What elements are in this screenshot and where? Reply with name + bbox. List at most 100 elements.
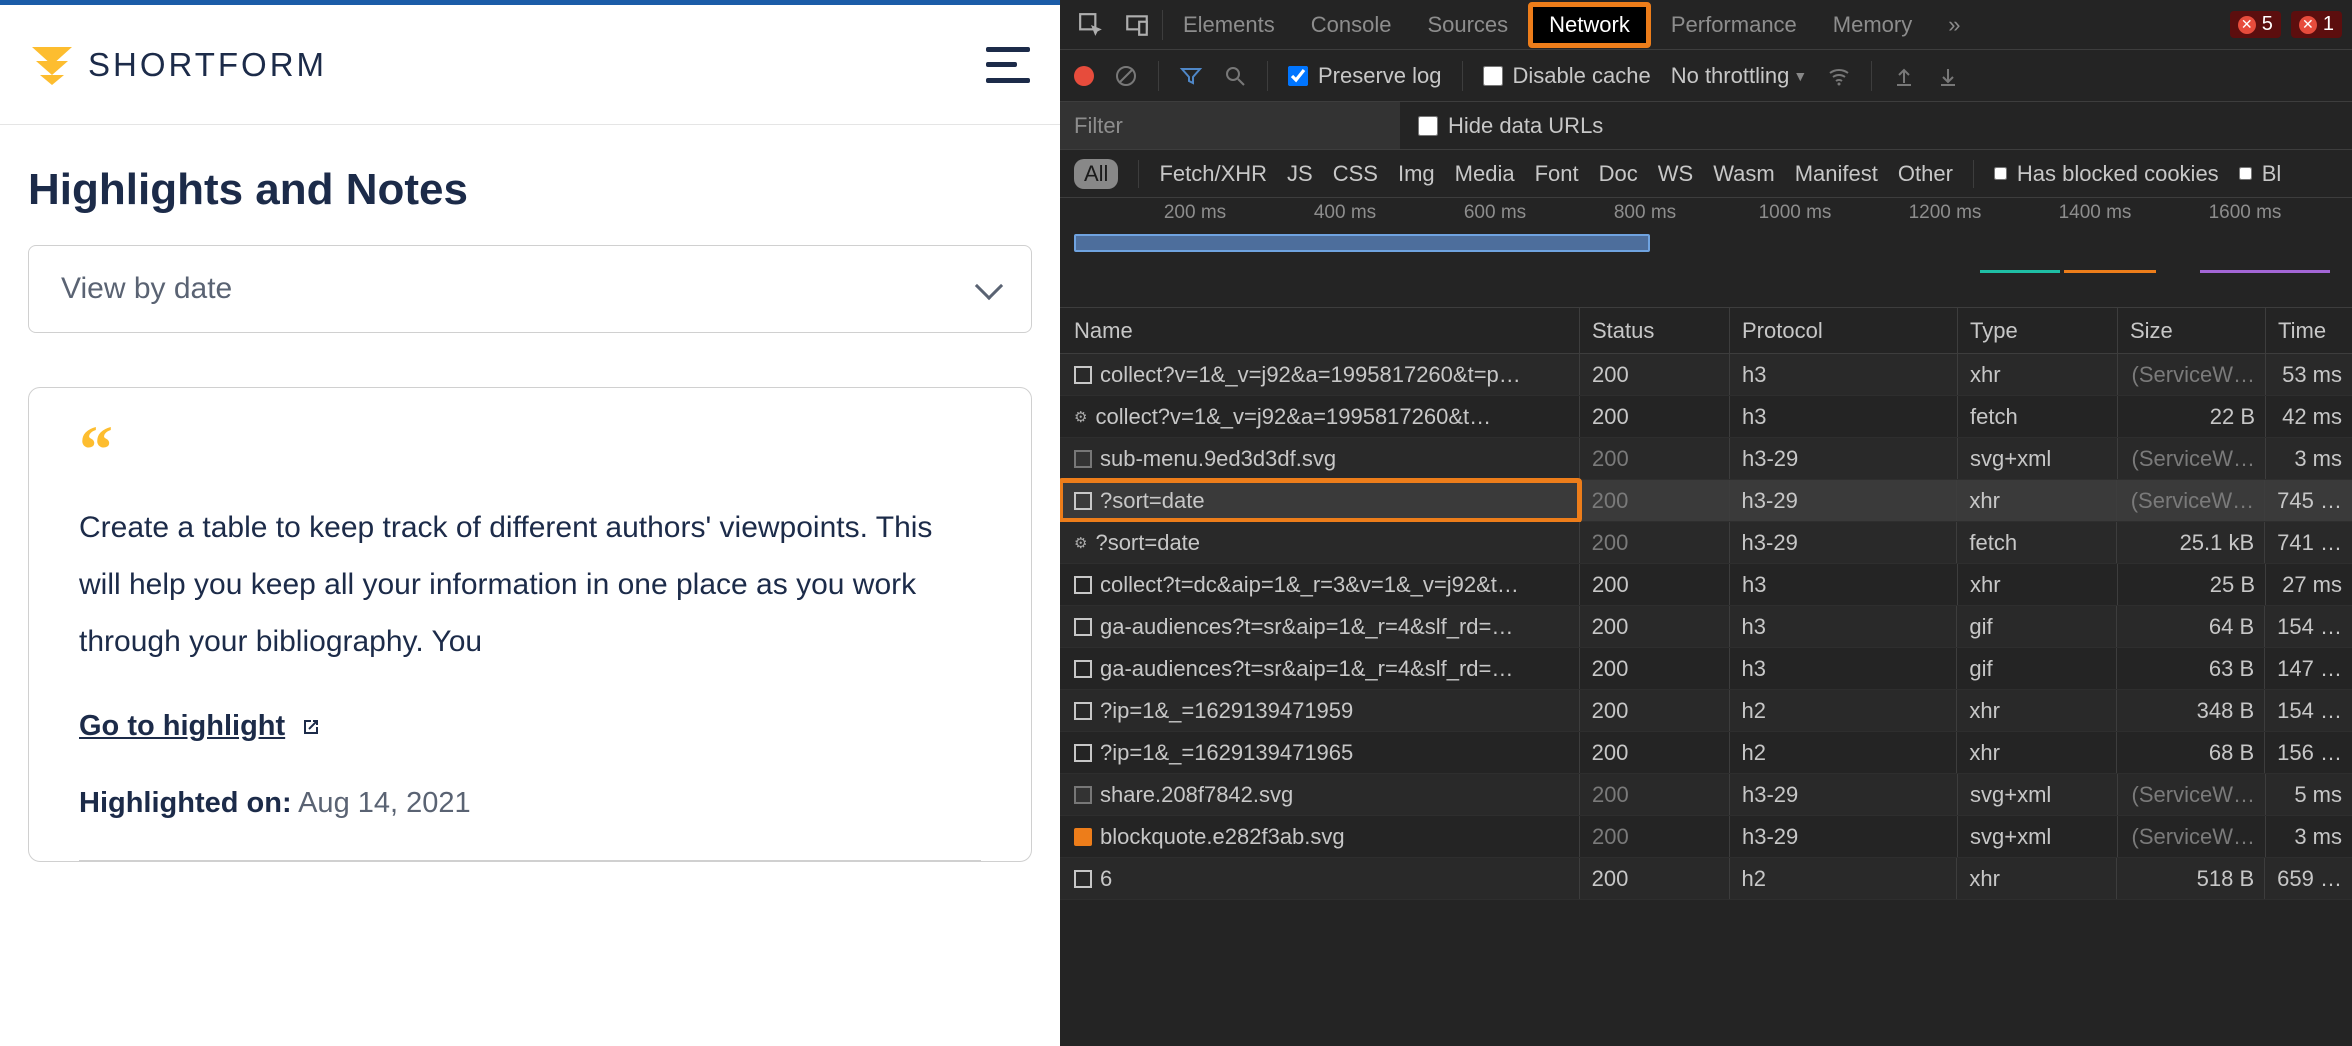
cell-name: ⚙collect?v=1&_v=j92&a=1995817260&t…	[1060, 396, 1580, 437]
cell-protocol: h2	[1730, 732, 1958, 773]
network-request-row[interactable]: blockquote.e282f3ab.svg200h3-29svg+xml(S…	[1060, 816, 2352, 858]
throttling-select[interactable]: No throttling▼	[1671, 63, 1807, 89]
filter-icon[interactable]	[1179, 64, 1203, 88]
cell-protocol: h3-29	[1730, 816, 1958, 857]
cell-time: 745 …	[2265, 480, 2352, 521]
col-name[interactable]: Name	[1060, 308, 1580, 353]
network-request-row[interactable]: ga-audiences?t=sr&aip=1&_r=4&slf_rd=…200…	[1060, 648, 2352, 690]
tab-performance[interactable]: Performance	[1655, 2, 1813, 48]
col-protocol[interactable]: Protocol	[1730, 308, 1958, 353]
network-request-row[interactable]: ?sort=date200h3-29xhr(ServiceW…745 …	[1060, 480, 2352, 522]
cell-name: ⚙?sort=date	[1060, 522, 1580, 563]
network-request-row[interactable]: ⚙collect?v=1&_v=j92&a=1995817260&t…200h3…	[1060, 396, 2352, 438]
shortform-app: SHORTFORM Highlights and Notes View by d…	[0, 0, 1060, 1046]
error-badge-2[interactable]: ✕1	[2291, 11, 2342, 38]
brand-logo[interactable]: SHORTFORM	[30, 43, 327, 87]
network-request-row[interactable]: ⚙?sort=date200h3-29fetch25.1 kB741 …	[1060, 522, 2352, 564]
network-request-row[interactable]: 6200h2xhr518 B659 …	[1060, 858, 2352, 900]
filter-bar: Hide data URLs	[1060, 102, 2352, 150]
network-request-row[interactable]: ?ip=1&_=1629139471959200h2xhr348 B154 …	[1060, 690, 2352, 732]
inspect-icon[interactable]	[1078, 12, 1104, 38]
network-request-row[interactable]: collect?t=dc&aip=1&_r=3&v=1&_v=j92&t…200…	[1060, 564, 2352, 606]
cell-protocol: h3-29	[1730, 438, 1958, 479]
type-img[interactable]: Img	[1398, 161, 1435, 187]
cell-status: 200	[1580, 564, 1730, 605]
clear-icon[interactable]	[1114, 64, 1138, 88]
tab-network[interactable]: Network	[1528, 2, 1651, 48]
blocked-cookies-checkbox[interactable]: Has blocked cookies	[1994, 161, 2219, 187]
type-wasm[interactable]: Wasm	[1713, 161, 1775, 187]
download-icon[interactable]	[1936, 64, 1960, 88]
preserve-log-checkbox[interactable]: Preserve log	[1288, 63, 1442, 89]
cell-type: xhr	[1957, 732, 2117, 773]
cell-name: blockquote.e282f3ab.svg	[1060, 816, 1580, 857]
type-all[interactable]: All	[1074, 159, 1118, 189]
cell-protocol: h3-29	[1730, 522, 1958, 563]
tab-more-icon[interactable]: »	[1932, 2, 1976, 48]
type-doc[interactable]: Doc	[1599, 161, 1638, 187]
file-icon	[1074, 492, 1092, 510]
device-icon[interactable]	[1124, 12, 1150, 38]
network-request-row[interactable]: ?ip=1&_=1629139471965200h2xhr68 B156 …	[1060, 732, 2352, 774]
col-time[interactable]: Time	[2266, 308, 2352, 353]
cell-size: 25 B	[2118, 564, 2266, 605]
hide-data-urls-checkbox[interactable]: Hide data URLs	[1400, 113, 1603, 139]
error-badge[interactable]: ✕5	[2230, 11, 2281, 38]
search-icon[interactable]	[1223, 64, 1247, 88]
type-media[interactable]: Media	[1455, 161, 1515, 187]
type-manifest[interactable]: Manifest	[1795, 161, 1878, 187]
tab-memory[interactable]: Memory	[1817, 2, 1928, 48]
cell-name: ?ip=1&_=1629139471965	[1060, 732, 1580, 773]
cell-type: svg+xml	[1958, 774, 2118, 815]
file-icon	[1074, 744, 1092, 762]
network-request-row[interactable]: ga-audiences?t=sr&aip=1&_r=4&slf_rd=…200…	[1060, 606, 2352, 648]
separator	[1462, 61, 1463, 91]
cell-protocol: h3	[1730, 648, 1958, 689]
blocked-checkbox[interactable]: Bl	[2239, 161, 2282, 187]
type-ws[interactable]: WS	[1658, 161, 1693, 187]
type-js[interactable]: JS	[1287, 161, 1313, 187]
filter-input[interactable]	[1060, 102, 1400, 149]
network-request-row[interactable]: share.208f7842.svg200h3-29svg+xml(Servic…	[1060, 774, 2352, 816]
cell-time: 156 …	[2265, 732, 2352, 773]
type-fetchxhr[interactable]: Fetch/XHR	[1159, 161, 1267, 187]
cell-status: 200	[1580, 648, 1730, 689]
go-to-highlight-link[interactable]: Go to highlight	[79, 710, 285, 743]
network-request-row[interactable]: collect?v=1&_v=j92&a=1995817260&t=p…200h…	[1060, 354, 2352, 396]
col-status[interactable]: Status	[1580, 308, 1730, 353]
cell-status: 200	[1580, 732, 1730, 773]
network-request-row[interactable]: sub-menu.9ed3d3df.svg200h3-29svg+xml(Ser…	[1060, 438, 2352, 480]
cell-name: ?ip=1&_=1629139471959	[1060, 690, 1580, 731]
col-size[interactable]: Size	[2118, 308, 2266, 353]
disable-cache-checkbox[interactable]: Disable cache	[1483, 63, 1651, 89]
view-by-dropdown[interactable]: View by date	[28, 245, 1032, 333]
tab-badges: ✕5 ✕1	[2230, 11, 2342, 38]
tab-elements[interactable]: Elements	[1167, 2, 1291, 48]
wifi-icon[interactable]	[1827, 64, 1851, 88]
cell-time: 3 ms	[2266, 438, 2352, 479]
record-button[interactable]	[1074, 66, 1094, 86]
devtools-panel: Elements Console Sources Network Perform…	[1060, 0, 2352, 1046]
cell-protocol: h2	[1730, 858, 1958, 899]
header-bar: SHORTFORM	[0, 5, 1060, 125]
cell-size: 22 B	[2118, 396, 2266, 437]
timeline-selection[interactable]	[1074, 234, 1650, 252]
tab-console[interactable]: Console	[1295, 2, 1408, 48]
file-icon	[1074, 450, 1092, 468]
type-font[interactable]: Font	[1535, 161, 1579, 187]
cell-size: 68 B	[2117, 732, 2265, 773]
timeline-overview[interactable]: 200 ms 400 ms 600 ms 800 ms 1000 ms 1200…	[1060, 198, 2352, 308]
cell-type: xhr	[1958, 564, 2118, 605]
gear-icon: ⚙	[1074, 408, 1087, 426]
col-type[interactable]: Type	[1958, 308, 2118, 353]
cell-time: 659 …	[2265, 858, 2352, 899]
hamburger-menu-icon[interactable]	[986, 47, 1030, 83]
tab-sources[interactable]: Sources	[1411, 2, 1524, 48]
upload-icon[interactable]	[1892, 64, 1916, 88]
highlight-text: Create a table to keep track of differen…	[79, 499, 981, 670]
type-css[interactable]: CSS	[1333, 161, 1378, 187]
cell-type: fetch	[1957, 522, 2117, 563]
type-other[interactable]: Other	[1898, 161, 1953, 187]
file-icon	[1074, 618, 1092, 636]
file-icon	[1074, 660, 1092, 678]
